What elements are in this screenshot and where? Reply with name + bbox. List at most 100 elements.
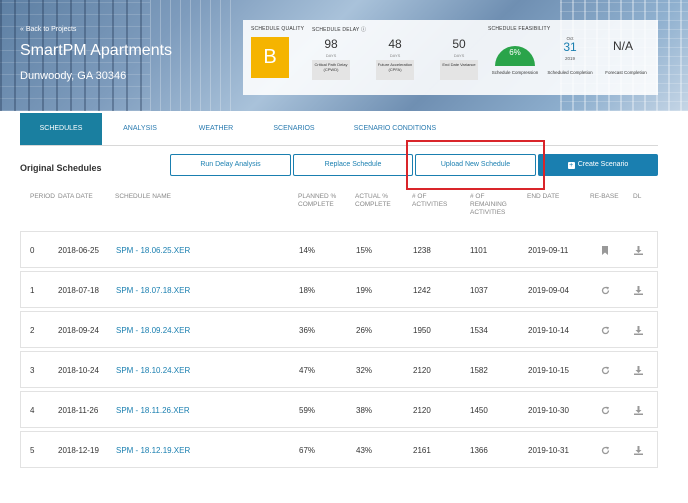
period-cell: 0 — [30, 246, 35, 255]
metric-value: 48 — [388, 37, 402, 51]
forecast-completion-value: N/A — [613, 39, 634, 53]
remaining-activities-cell: 1037 — [470, 286, 488, 295]
critical-path-delay-metric: 98 DAYS Critical Path Delay (CPWD) — [312, 37, 350, 80]
back-to-projects-link[interactable]: « Back to Projects — [20, 26, 76, 33]
tab-bar: SCHEDULES ANALYSIS WEATHER SCENARIOS SCE… — [20, 113, 658, 146]
schedule-quality-label: SCHEDULE QUALITY — [251, 26, 305, 32]
download-icon[interactable] — [632, 352, 644, 389]
period-cell: 3 — [30, 366, 35, 375]
download-icon[interactable] — [632, 432, 644, 469]
end-date-variance-metric: 50 DAYS End Date Variance — [440, 37, 478, 80]
completion-year: 2019 — [564, 56, 575, 61]
data-date-cell: 2018-09-24 — [58, 326, 99, 335]
tab-scenarios[interactable]: SCENARIOS — [254, 113, 334, 145]
remaining-activities-cell: 1582 — [470, 366, 488, 375]
schedule-name-link[interactable]: SPM - 18.09.24.XER — [116, 312, 190, 349]
header-schedule-name: SCHEDULE NAME — [115, 193, 171, 200]
schedule-name-link[interactable]: SPM - 18.07.18.XER — [116, 272, 190, 309]
section-title: Original Schedules — [20, 163, 102, 173]
metric-unit: DAYS — [325, 53, 337, 58]
refresh-icon[interactable] — [599, 352, 611, 389]
period-cell: 1 — [30, 286, 35, 295]
end-date-cell: 2019-10-31 — [528, 446, 569, 455]
table-row: 1 2018-07-18 SPM - 18.07.18.XER 18% 19% … — [20, 271, 658, 308]
period-cell: 4 — [30, 406, 35, 415]
scheduled-completion-caption: Scheduled Completion — [547, 70, 593, 75]
table-row: 3 2018-10-24 SPM - 18.10.24.XER 47% 32% … — [20, 351, 658, 388]
schedule-name-link[interactable]: SPM - 18.12.19.XER — [116, 432, 190, 469]
schedule-delay-label: SCHEDULE DELAY ⓘ — [312, 27, 367, 33]
header-actual-complete: ACTUAL % COMPLETE — [355, 193, 391, 208]
replace-schedule-button[interactable]: Replace Schedule — [293, 154, 413, 176]
download-icon[interactable] — [632, 232, 644, 269]
upload-new-schedule-button[interactable]: Upload New Schedule — [415, 154, 536, 176]
tab-weather[interactable]: WEATHER — [178, 113, 254, 145]
metric-caption: Future Acceleration (CPFA) — [376, 60, 414, 80]
planned-complete-cell: 47% — [299, 366, 316, 375]
project-name: SmartPM Apartments — [20, 42, 173, 59]
schedule-name-link[interactable]: SPM - 18.10.24.XER — [116, 352, 190, 389]
activities-cell: 1238 — [413, 246, 431, 255]
future-acceleration-metric: 48 DAYS Future Acceleration (CPFA) — [376, 37, 414, 80]
refresh-icon[interactable] — [599, 432, 611, 469]
metric-caption: Critical Path Delay (CPWD) — [312, 60, 350, 80]
table-row: 5 2018-12-19 SPM - 18.12.19.XER 67% 43% … — [20, 431, 658, 468]
header-activities: # OF ACTIVITIES — [412, 193, 448, 208]
table-row: 0 2018-06-25 SPM - 18.06.25.XER 14% 15% … — [20, 231, 658, 268]
period-cell: 5 — [30, 446, 35, 455]
remaining-activities-cell: 1534 — [470, 326, 488, 335]
activities-cell: 2120 — [413, 366, 431, 375]
header-planned-complete: PLANNED % COMPLETE — [298, 193, 337, 208]
data-date-cell: 2018-10-24 — [58, 366, 99, 375]
completion-day: 31 — [563, 40, 577, 54]
header-rebase: RE-BASE — [590, 193, 619, 200]
create-scenario-label: Create Scenario — [577, 161, 629, 168]
end-date-cell: 2019-10-30 — [528, 406, 569, 415]
activities-cell: 1242 — [413, 286, 431, 295]
run-delay-analysis-button[interactable]: Run Delay Analysis — [170, 154, 291, 176]
schedule-feasibility-label: SCHEDULE FEASIBILITY — [488, 26, 551, 32]
project-header: « Back to Projects SmartPM Apartments Du… — [0, 0, 688, 111]
metric-unit: DAYS — [389, 53, 401, 58]
refresh-icon[interactable] — [599, 272, 611, 309]
actual-complete-cell: 15% — [356, 246, 373, 255]
plus-icon: + — [567, 162, 575, 169]
metrics-panel: SCHEDULE QUALITY B SCHEDULE DELAY ⓘ 98 D… — [243, 20, 658, 95]
actual-complete-cell: 43% — [356, 446, 373, 455]
planned-complete-cell: 36% — [299, 326, 316, 335]
activities-cell: 2120 — [413, 406, 431, 415]
tab-analysis[interactable]: ANALYSIS — [102, 113, 178, 145]
end-date-cell: 2019-09-04 — [528, 286, 569, 295]
end-date-cell: 2019-09-11 — [528, 246, 569, 255]
schedule-compression-value: 6% — [509, 48, 521, 57]
tab-schedules[interactable]: SCHEDULES — [20, 113, 102, 145]
metric-unit: DAYS — [453, 53, 465, 58]
schedule-name-link[interactable]: SPM - 18.11.26.XER — [116, 392, 190, 429]
forecast-completion-caption: Forecast Completion — [605, 70, 647, 75]
tab-scenario-conditions[interactable]: SCENARIO CONDITIONS — [334, 113, 456, 145]
planned-complete-cell: 59% — [299, 406, 316, 415]
download-icon[interactable] — [632, 392, 644, 429]
download-icon[interactable] — [632, 272, 644, 309]
schedule-name-link[interactable]: SPM - 18.06.25.XER — [116, 232, 190, 269]
remaining-activities-cell: 1450 — [470, 406, 488, 415]
planned-complete-cell: 14% — [299, 246, 316, 255]
actual-complete-cell: 38% — [356, 406, 373, 415]
planned-complete-cell: 18% — [299, 286, 316, 295]
project-location: Dunwoody, GA 30346 — [20, 70, 127, 82]
download-icon[interactable] — [632, 312, 644, 349]
planned-complete-cell: 67% — [299, 446, 316, 455]
create-scenario-button[interactable]: + Create Scenario — [538, 154, 658, 176]
actual-complete-cell: 26% — [356, 326, 373, 335]
bookmark-icon[interactable] — [599, 232, 611, 269]
header-end-date: END DATE — [527, 193, 560, 200]
table-row: 4 2018-11-26 SPM - 18.11.26.XER 59% 38% … — [20, 391, 658, 428]
metric-value: 98 — [324, 37, 338, 51]
refresh-icon[interactable] — [599, 312, 611, 349]
end-date-cell: 2019-10-14 — [528, 326, 569, 335]
refresh-icon[interactable] — [599, 392, 611, 429]
data-date-cell: 2018-11-26 — [58, 406, 99, 415]
metric-value: 50 — [452, 37, 466, 51]
data-date-cell: 2018-12-19 — [58, 446, 99, 455]
period-cell: 2 — [30, 326, 35, 335]
